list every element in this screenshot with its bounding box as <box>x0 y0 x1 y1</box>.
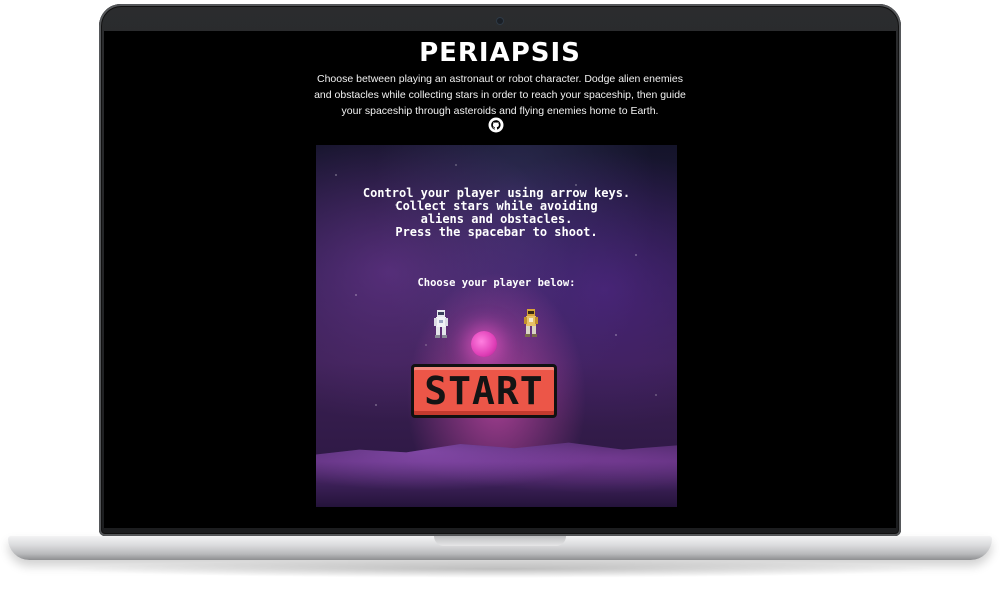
game-instructions: Control your player using arrow keys. Co… <box>362 186 631 239</box>
github-icon[interactable] <box>488 117 504 133</box>
laptop-opening-notch <box>434 536 566 546</box>
start-button[interactable]: START <box>411 364 557 418</box>
page-description: Choose between playing an astronaut or r… <box>314 73 686 117</box>
page-title: PERIAPSIS <box>419 38 581 68</box>
robot-icon[interactable] <box>523 309 539 337</box>
planet <box>471 331 497 357</box>
game-canvas[interactable]: Control your player using arrow keys. Co… <box>316 145 677 507</box>
laptop-camera <box>497 18 503 24</box>
choose-player-prompt: Choose your player below: <box>417 277 576 289</box>
laptop-screen: PERIAPSIS Choose between playing an astr… <box>104 31 896 528</box>
laptop-shadow <box>60 560 940 578</box>
astronaut-icon[interactable] <box>433 310 449 338</box>
